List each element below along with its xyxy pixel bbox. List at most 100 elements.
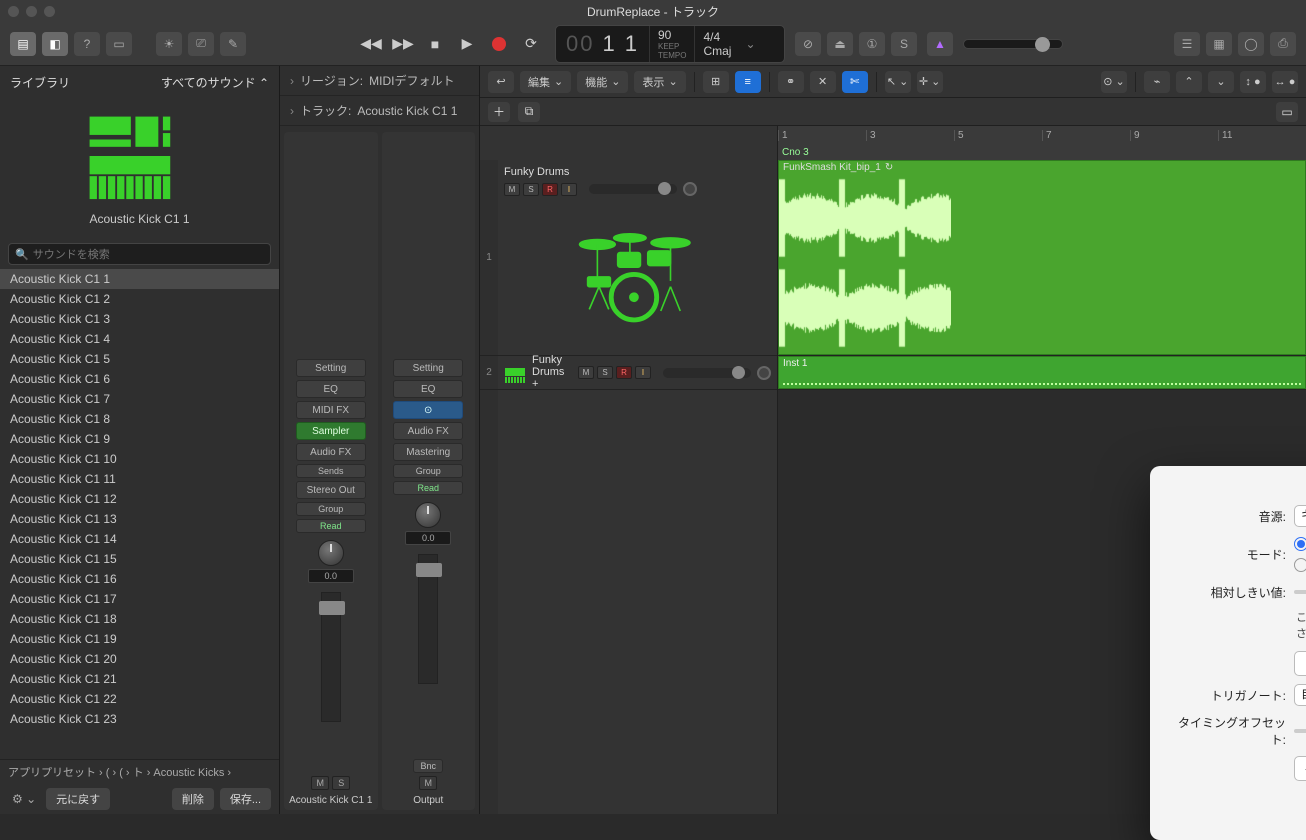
library-item[interactable]: Acoustic Kick C1 21 [0,669,279,689]
zoom-icon[interactable] [44,6,55,17]
mute-button[interactable]: M [419,776,437,790]
rewind-button[interactable]: ◀◀ [357,31,385,57]
automation-mode[interactable]: Read [393,481,463,495]
edit-menu[interactable]: 編集 ⌄ [520,71,571,93]
mastering-slot[interactable]: Mastering [393,443,463,461]
library-item[interactable]: Acoustic Kick C1 13 [0,509,279,529]
library-delete-button[interactable]: 削除 [172,788,214,810]
threshold-slider[interactable] [1294,590,1306,594]
library-search-input[interactable]: 🔍 サウンドを検索 [8,243,271,265]
library-item[interactable]: Acoustic Kick C1 8 [0,409,279,429]
replace-button[interactable]: ⊘ [795,32,821,56]
audio-fx-slot[interactable]: Audio FX [393,422,463,440]
master-volume-slider[interactable] [963,39,1063,49]
stereo-width-slot[interactable]: ⊙ [393,401,463,419]
library-item[interactable]: Acoustic Kick C1 3 [0,309,279,329]
toolbar-toggle-button[interactable]: ▭ [106,32,132,56]
global-tracks-button[interactable]: ▭ [1276,102,1298,122]
eq-slot[interactable]: EQ [393,380,463,398]
mute-button[interactable]: M [311,776,329,790]
view-menu[interactable]: 表示 ⌄ [634,71,685,93]
pan-value[interactable]: 0.0 [308,569,354,583]
loops-button[interactable]: ◯ [1238,32,1264,56]
input-monitor-button[interactable]: I [561,183,577,196]
mode-double-radio[interactable]: ダブリング [1294,556,1306,573]
library-all-sounds-menu[interactable]: すべてのサウンド ⌃ [161,74,269,91]
tuner-button[interactable]: ⏏ [827,32,853,56]
record-enable-button[interactable]: R [616,366,632,379]
lcd-mode-menu[interactable]: ⌄ [739,26,761,62]
lcd-display[interactable]: 00 1 1 90 KEEP TEMPO 4/4 Cmaj ⌄ [555,25,785,63]
lcd-key[interactable]: Cmaj [703,44,731,58]
solo-mode-button[interactable]: S [891,32,917,56]
solo-button[interactable]: S [523,183,539,196]
automation-mode[interactable]: Read [296,519,366,533]
solo-button[interactable]: S [332,776,350,790]
mixer-button[interactable]: ⎚ [188,32,214,56]
pan-knob[interactable] [318,540,344,566]
audio-region[interactable]: FunkSmash Kit_bip_1 ↻ [778,160,1306,355]
browser-button[interactable]: ⎙ [1270,32,1296,56]
group-slot[interactable]: Group [393,464,463,478]
add-track-button[interactable]: ＋ [488,102,510,122]
inspector-toggle-button[interactable]: ◧ [42,32,68,56]
snap-menu[interactable]: ⊙ ⌄ [1101,71,1127,93]
marquee-tool[interactable]: ✛ ⌄ [917,71,943,93]
list-editors-button[interactable]: ☰ [1174,32,1200,56]
setting-slot[interactable]: Setting [296,359,366,377]
track-header[interactable]: Funky Drums + M S R I [498,356,777,390]
play-button[interactable]: ▶ [453,31,481,57]
avg-attack-button[interactable]: 平均アタックタイムを設定 [1294,756,1306,781]
library-toggle-button[interactable]: ▤ [10,32,36,56]
offset-slider[interactable] [1294,729,1306,733]
library-item[interactable]: Acoustic Kick C1 16 [0,569,279,589]
record-enable-button[interactable]: R [542,183,558,196]
cycle-button[interactable]: ⟳ [517,31,545,57]
library-item[interactable]: Acoustic Kick C1 18 [0,609,279,629]
instrument-slot[interactable]: Sampler [296,422,366,440]
inspector-track-disclosure[interactable]: › トラック: Acoustic Kick C1 1 [280,96,479,126]
record-button[interactable] [485,31,513,57]
quick-help-button[interactable]: ? [74,32,100,56]
inspector-region-disclosure[interactable]: › リージョン: MIDIデフォルト [280,66,479,96]
eq-slot[interactable]: EQ [296,380,366,398]
library-item[interactable]: Acoustic Kick C1 10 [0,449,279,469]
instrument-select[interactable]: キック ⌄ [1294,505,1306,527]
pan-value[interactable]: 0.0 [405,531,451,545]
library-item[interactable]: Acoustic Kick C1 17 [0,589,279,609]
waveform-zoom[interactable]: ⌁ [1144,71,1170,93]
audio-fx-slot[interactable]: Audio FX [296,443,366,461]
setting-slot[interactable]: Setting [393,359,463,377]
track-number[interactable]: 2 [480,356,498,390]
track-volume-slider[interactable] [663,368,751,378]
library-item[interactable]: Acoustic Kick C1 22 [0,689,279,709]
snap-button[interactable]: ≡ [735,71,761,93]
library-item[interactable]: Acoustic Kick C1 19 [0,629,279,649]
library-revert-button[interactable]: 元に戻す [46,788,110,810]
library-item[interactable]: Acoustic Kick C1 12 [0,489,279,509]
bounce-button[interactable]: Bnc [413,759,443,773]
input-monitor-button[interactable]: I [635,366,651,379]
minimize-icon[interactable] [26,6,37,17]
library-item[interactable]: Acoustic Kick C1 20 [0,649,279,669]
back-button[interactable]: ↩ [488,71,514,93]
marker-track[interactable]: Cno 3 [778,144,1306,160]
library-item[interactable]: Acoustic Kick C1 11 [0,469,279,489]
solo-button[interactable]: S [597,366,613,379]
vzoom-slider[interactable]: ↕ ● [1240,71,1266,93]
track-header[interactable]: Funky Drums M S R I [498,160,777,356]
library-item[interactable]: Acoustic Kick C1 7 [0,389,279,409]
close-icon[interactable] [8,6,19,17]
library-item[interactable]: Acoustic Kick C1 9 [0,429,279,449]
library-item[interactable]: Acoustic Kick C1 14 [0,529,279,549]
vertical-autozoom[interactable]: ⌃ [1176,71,1202,93]
track-number[interactable]: 1 [480,160,498,356]
forward-button[interactable]: ▶▶ [389,31,417,57]
library-save-button[interactable]: 保存... [220,788,271,810]
smart-controls-button[interactable]: ☀ [156,32,182,56]
track-name[interactable]: Funky Drums + [532,354,572,390]
flex-button[interactable]: ✄ [842,71,868,93]
library-item[interactable]: Acoustic Kick C1 23 [0,709,279,729]
mute-button[interactable]: M [504,183,520,196]
volume-fader[interactable] [321,592,341,722]
